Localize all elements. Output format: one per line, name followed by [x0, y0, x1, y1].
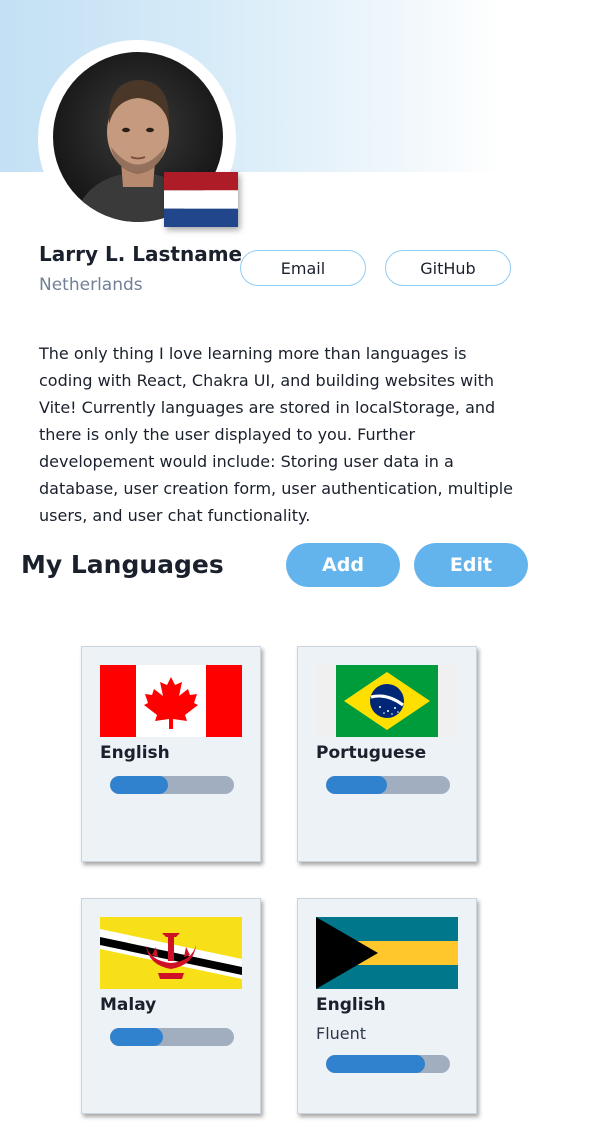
brazil-flag-icon	[316, 665, 458, 737]
proficiency-bar	[110, 1028, 234, 1046]
proficiency-fill	[110, 1028, 164, 1046]
profile-name: Larry L. Lastname	[39, 242, 243, 266]
language-name: Malay	[100, 995, 157, 1015]
proficiency-fill	[326, 1055, 426, 1073]
language-name: English	[316, 995, 386, 1015]
netherlands-flag-icon	[164, 172, 238, 227]
proficiency-fill	[110, 776, 169, 794]
profile-country: Netherlands	[39, 275, 143, 295]
github-button[interactable]: GitHub	[385, 250, 511, 286]
language-name: English	[100, 743, 170, 763]
bahamas-flag-icon	[316, 917, 458, 989]
edit-languages-button[interactable]: Edit	[414, 543, 528, 587]
language-card[interactable]: Malay	[81, 898, 261, 1114]
language-name: Portuguese	[316, 743, 427, 763]
proficiency-bar	[326, 1055, 450, 1073]
language-level: Fluent	[316, 1024, 367, 1043]
language-card[interactable]: English Fluent	[297, 898, 477, 1114]
proficiency-bar	[326, 776, 450, 794]
profile-bio: The only thing I love learning more than…	[39, 344, 514, 525]
proficiency-fill	[326, 776, 387, 794]
brunei-flag-icon	[100, 917, 242, 989]
proficiency-bar	[110, 776, 234, 794]
canada-flag-icon	[100, 665, 242, 737]
language-card[interactable]: Portuguese	[297, 646, 477, 862]
add-language-button[interactable]: Add	[286, 543, 400, 587]
languages-section-title: My Languages	[21, 550, 224, 579]
language-card[interactable]: English	[81, 646, 261, 862]
email-button[interactable]: Email	[240, 250, 366, 286]
